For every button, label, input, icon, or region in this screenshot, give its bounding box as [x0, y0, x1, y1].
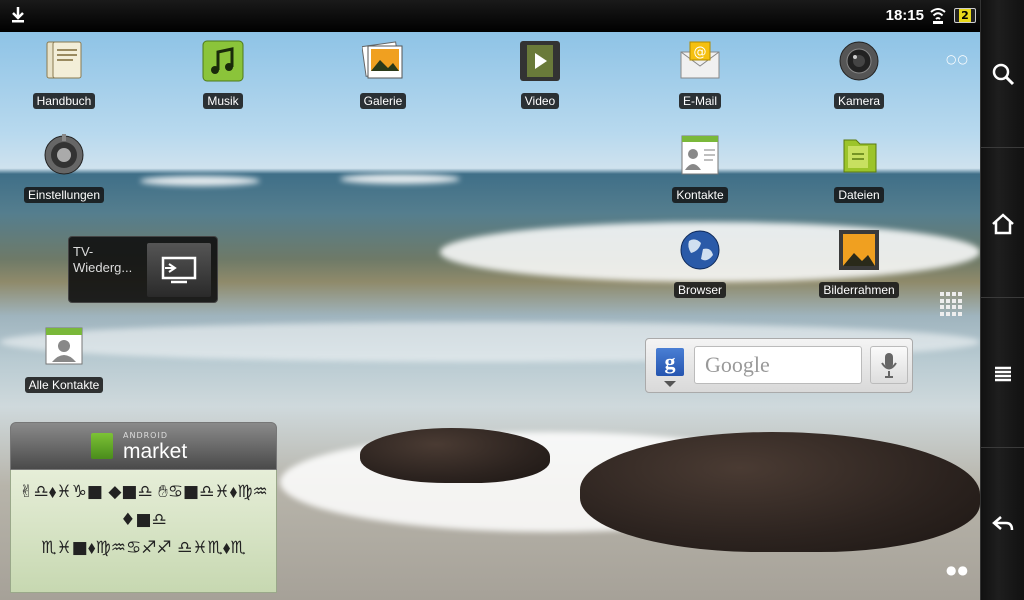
wallpaper-wave [340, 174, 460, 184]
status-time: 18:15 [885, 7, 924, 24]
tv-widget-label: TV-Wiederg... [73, 244, 133, 275]
wallpaper-wave [140, 176, 260, 186]
home-button[interactable] [981, 150, 1024, 298]
app-galerie[interactable]: Galerie [338, 40, 428, 109]
tv-output-icon [161, 256, 197, 284]
google-search-widget: g Google [645, 338, 913, 393]
manual-icon [46, 41, 82, 79]
app-label: Kamera [833, 93, 885, 109]
market-brand: ANDROID market [97, 431, 187, 464]
wallpaper-rock [360, 428, 550, 483]
app-label: Video [520, 93, 560, 109]
app-kontakte[interactable]: Kontakte [655, 134, 745, 203]
search-icon [992, 63, 1015, 85]
video-icon [520, 41, 560, 81]
app-label: Musik [203, 93, 243, 109]
voice-search-button[interactable] [870, 346, 908, 384]
home-icon [992, 212, 1014, 234]
app-label: Bilderrahmen [819, 282, 899, 298]
wifi-icon [930, 8, 946, 24]
all-contacts-icon [45, 327, 83, 365]
app-video[interactable]: Video [495, 40, 585, 109]
system-bar [980, 0, 1024, 600]
app-kamera[interactable]: Kamera [814, 40, 904, 109]
app-label: E-Mail [678, 93, 721, 109]
market-brand-name: market [123, 440, 188, 463]
contacts-icon [681, 135, 719, 175]
app-label: Kontakte [672, 187, 728, 203]
app-email[interactable]: @ E-Mail [655, 40, 745, 109]
app-label: Einstellungen [23, 187, 105, 203]
menu-button[interactable] [981, 300, 1024, 448]
market-body[interactable]: ✌︎♎︎⬧︎♓︎♑︎■︎ ◆︎■︎♎︎ ✋︎♋︎■︎♎︎♓︎⬧︎♍︎♒︎ ♦︎■… [10, 470, 277, 593]
app-label: Browser [673, 282, 726, 298]
market-header[interactable]: ANDROID market [10, 422, 277, 470]
app-label: Galerie [359, 93, 407, 109]
market-line: ♦︎■︎♎︎ [120, 510, 167, 530]
app-drawer-icon[interactable] [940, 292, 964, 316]
app-handbuch[interactable]: Handbuch [19, 40, 109, 109]
svg-text:@: @ [694, 45, 707, 60]
menu-icon [995, 366, 1011, 381]
market-line: ♏︎♓︎■︎⬧︎♍︎♒︎♋︎♐︎♐︎ ♎︎♓︎♏︎⬧︎♏︎ [41, 538, 246, 558]
download-icon[interactable] [10, 6, 26, 24]
app-bilderrahmen[interactable]: Bilderrahmen [814, 229, 904, 298]
wallpaper-rock [580, 432, 980, 552]
dual-circle-icon[interactable]: ○○ [946, 52, 969, 66]
back-button[interactable] [981, 450, 1024, 598]
market-brand-small: ANDROID [123, 431, 168, 440]
app-label: Alle Kontakte [24, 377, 104, 393]
app-alle-kontakte[interactable]: Alle Kontakte [19, 324, 109, 393]
market-widget[interactable]: ANDROID market ✌︎♎︎⬧︎♓︎♑︎■︎ ◆︎■︎♎︎ ✋︎♋︎■… [10, 422, 277, 593]
music-icon [202, 40, 244, 82]
market-line: ✌︎♎︎⬧︎♓︎♑︎■︎ ◆︎■︎♎︎ ✋︎♋︎■︎♎︎♓︎⬧︎♍︎♒︎ [19, 482, 268, 502]
files-icon [843, 139, 877, 173]
microphone-icon [881, 353, 897, 378]
picture-frame-icon [839, 230, 879, 270]
search-button[interactable] [981, 0, 1024, 148]
browser-icon [680, 230, 720, 270]
app-musik[interactable]: Musik [178, 40, 268, 109]
battery-level: 2 [959, 9, 971, 22]
gallery-icon [361, 41, 403, 79]
app-browser[interactable]: Browser [655, 229, 745, 298]
email-icon: @ [680, 41, 720, 79]
battery-icon: 2 [954, 8, 976, 23]
page-indicator-icon: ●● [946, 563, 969, 577]
camera-icon [839, 41, 879, 81]
app-einstellungen[interactable]: Einstellungen [19, 134, 109, 203]
search-input[interactable]: Google [694, 346, 862, 384]
google-logo[interactable]: g [656, 348, 684, 376]
tv-output-button[interactable] [147, 243, 211, 297]
settings-icon [44, 134, 84, 175]
status-bar: 18:15 2 [0, 0, 980, 32]
back-icon [992, 516, 1014, 531]
app-label: Handbuch [32, 93, 96, 109]
app-label: Dateien [834, 187, 884, 203]
tv-widget[interactable]: TV-Wiederg... [68, 236, 218, 303]
app-dateien[interactable]: Dateien [814, 134, 904, 203]
search-source-dropdown-icon[interactable] [664, 381, 676, 387]
